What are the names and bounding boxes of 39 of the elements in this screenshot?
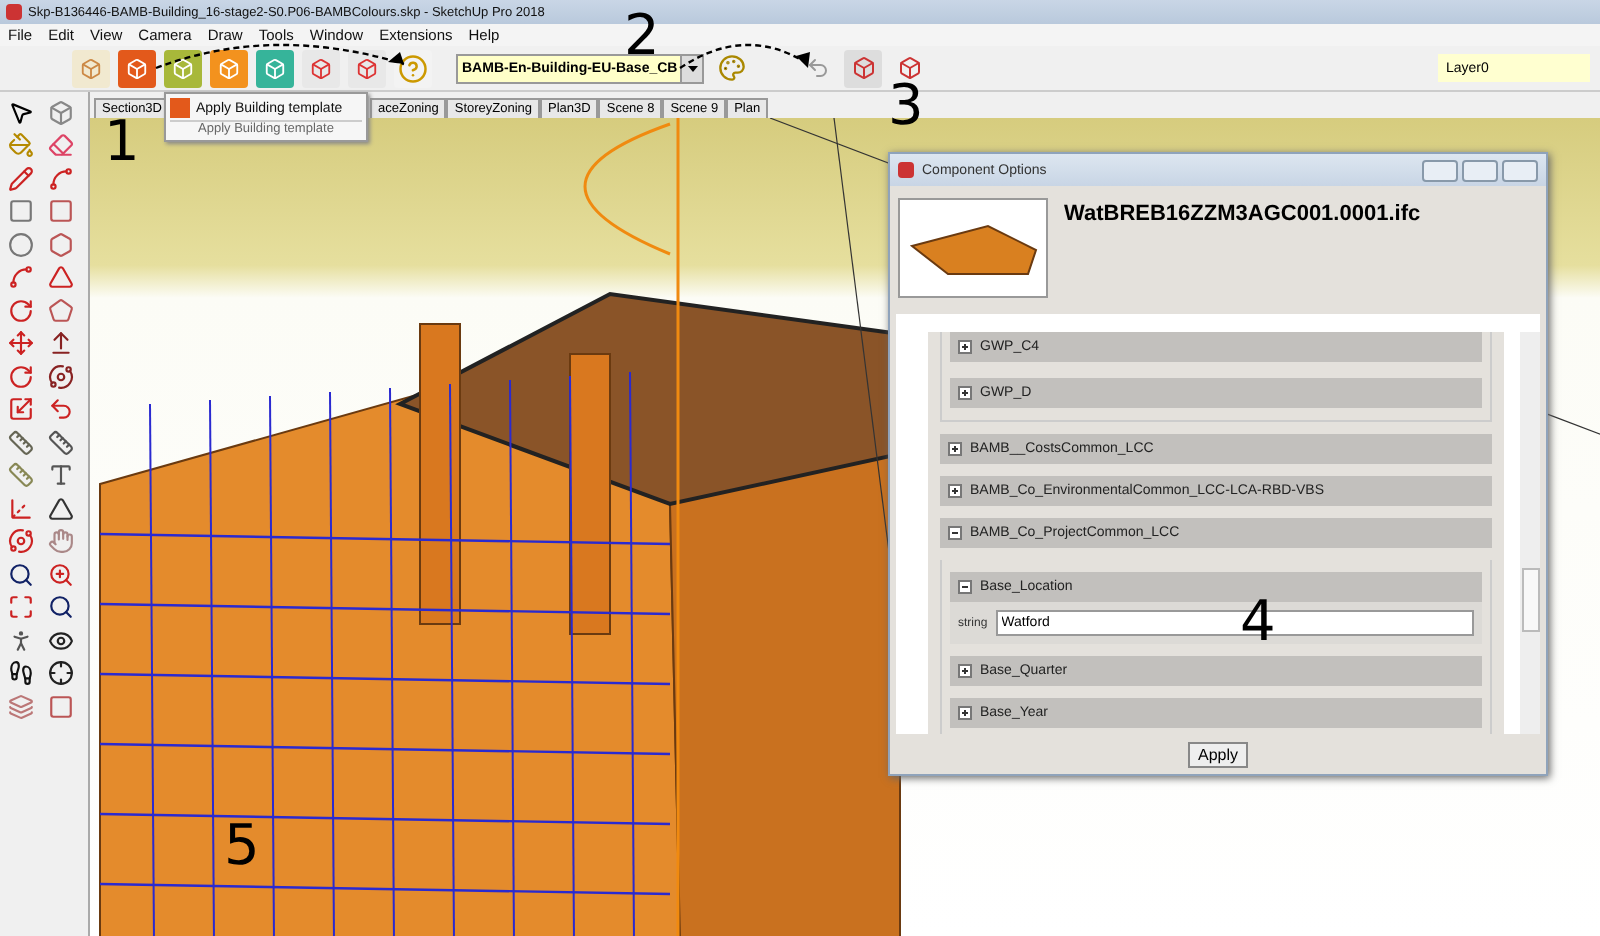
- apply-button[interactable]: Apply: [1187, 741, 1248, 767]
- pencil-icon[interactable]: [4, 162, 38, 195]
- expand-icon[interactable]: [958, 664, 972, 678]
- tape-measure-icon[interactable]: [4, 426, 38, 459]
- expand-icon[interactable]: [958, 340, 972, 354]
- scroll-thumb[interactable]: [1522, 568, 1540, 632]
- freehand-icon[interactable]: [44, 162, 78, 195]
- collapse-icon[interactable]: [948, 526, 962, 540]
- app-logo-icon: [6, 4, 22, 20]
- expand-icon[interactable]: [958, 386, 972, 400]
- maximize-button[interactable]: [1462, 159, 1498, 181]
- zoom-window-icon[interactable]: [44, 558, 78, 591]
- component-name: WatBREB16ZZM3AGC001.0001.ifc: [1064, 202, 1421, 230]
- annotation-number: 1: [104, 120, 140, 165]
- annotation-number: 2: [624, 14, 660, 59]
- rectangle-icon[interactable]: [4, 195, 38, 228]
- cube-icon[interactable]: [164, 49, 202, 87]
- move-icon[interactable]: [4, 327, 38, 360]
- annotation-number: 3: [888, 84, 924, 129]
- polygon-icon[interactable]: [44, 228, 78, 261]
- app-logo-icon: [898, 162, 914, 178]
- expand-icon[interactable]: [948, 442, 962, 456]
- help-icon[interactable]: [394, 49, 432, 87]
- expand-icon[interactable]: [958, 706, 972, 720]
- eraser-icon[interactable]: [44, 129, 78, 162]
- collapse-icon[interactable]: [958, 580, 972, 594]
- orbit-icon[interactable]: [4, 525, 38, 558]
- zoom-extents-icon[interactable]: [4, 591, 38, 624]
- scrollbar[interactable]: [1520, 332, 1540, 734]
- minimize-button[interactable]: [1422, 159, 1458, 181]
- annotation-number: 5: [224, 824, 260, 869]
- zoom-icon[interactable]: [4, 558, 38, 591]
- expand-icon[interactable]: [948, 484, 962, 498]
- close-button[interactable]: [1502, 159, 1538, 181]
- scale-icon[interactable]: [4, 393, 38, 426]
- rotate-icon[interactable]: [4, 360, 38, 393]
- walk-icon[interactable]: [4, 657, 38, 690]
- circle-icon[interactable]: [4, 228, 38, 261]
- caret-icon: [680, 55, 702, 81]
